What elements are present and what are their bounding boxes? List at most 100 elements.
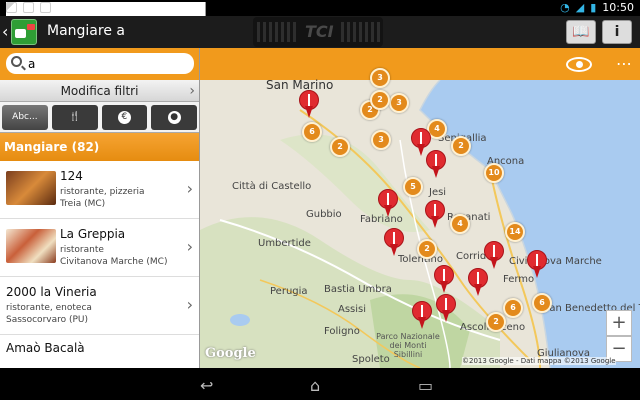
map-label: Città di Castello xyxy=(232,181,312,192)
filter-fork-button[interactable]: 🍴 xyxy=(51,105,98,130)
map-cluster[interactable]: 5 xyxy=(403,177,423,197)
action-bar: ‹ Mangiare a TCI 📖 i xyxy=(0,16,640,48)
map-label: Jesi xyxy=(429,187,447,198)
map-cluster[interactable]: 3 xyxy=(370,68,390,88)
decorative-stripes xyxy=(257,22,297,42)
restaurant-photo xyxy=(6,171,56,205)
location-icon: ● xyxy=(167,111,181,124)
map-toolbar: ⋯ xyxy=(200,48,640,80)
restaurant-place: Sassocorvaro (PU) xyxy=(6,315,89,325)
map-attribution: ©2013 Google - Dati mappa ©2013 Google xyxy=(462,357,616,365)
download-notification-icon xyxy=(40,2,51,13)
map-cluster[interactable]: 10 xyxy=(484,163,504,183)
restaurant-pin[interactable] xyxy=(425,200,445,228)
overflow-menu-icon[interactable]: ⋯ xyxy=(616,54,632,73)
map-label: Bastia Umbra xyxy=(324,284,392,295)
map-label: Umbertide xyxy=(258,238,311,249)
list-item[interactable]: La Greppia ristorante Civitanova Marche … xyxy=(0,219,199,277)
chevron-right-icon: › xyxy=(186,295,193,314)
page-title: Mangiare a xyxy=(47,23,125,39)
app-screen: ◔ ◢ ▮ 10:50 ‹ Mangiare a TCI 📖 i Modific… xyxy=(0,0,640,400)
map-cluster[interactable]: 4 xyxy=(450,214,470,234)
restaurant-name: 2000 la Vineria xyxy=(6,285,97,299)
map-cluster[interactable]: 14 xyxy=(505,222,525,242)
map-cluster[interactable]: 2 xyxy=(370,90,390,110)
map-cluster[interactable]: 3 xyxy=(371,130,391,150)
restaurant-pin[interactable] xyxy=(299,90,319,118)
map-label: Foligno xyxy=(324,326,360,337)
restaurant-pin[interactable] xyxy=(378,189,398,217)
map-label: Civitanova Marche xyxy=(509,256,602,267)
euro-icon: € xyxy=(117,111,131,124)
app-logo-icon[interactable] xyxy=(11,19,37,45)
nav-home-icon[interactable]: ⌂ xyxy=(310,376,320,395)
restaurant-pin[interactable] xyxy=(434,265,454,293)
search-icon xyxy=(11,56,22,67)
modify-filters-label: Modifica filtri xyxy=(60,84,139,98)
decorative-stripes xyxy=(341,22,381,42)
search-bar xyxy=(0,48,199,80)
signal-icon: ◢ xyxy=(575,1,585,14)
map-cluster[interactable]: 2 xyxy=(330,137,350,157)
restaurant-name: Amaò Bacalà xyxy=(6,341,85,355)
map-cluster[interactable]: 6 xyxy=(532,293,552,313)
map-cluster[interactable]: 2 xyxy=(486,312,506,332)
restaurant-pin[interactable] xyxy=(426,150,446,178)
nav-recent-apps-icon[interactable]: ▭ xyxy=(418,376,433,395)
park-label: Parco Nazionale dei Monti Sibillini xyxy=(376,332,440,359)
restaurant-name: 124 xyxy=(60,169,83,183)
status-bar: ◔ ◢ ▮ 10:50 xyxy=(0,0,640,322)
map-cluster[interactable]: 2 xyxy=(451,136,471,156)
map-cluster[interactable]: 2 xyxy=(417,239,437,259)
map-cluster[interactable]: 6 xyxy=(503,298,523,318)
gallery-notification-icon xyxy=(6,2,17,13)
section-header: Mangiare (82) xyxy=(0,133,199,161)
guide-button[interactable]: 📖 xyxy=(566,20,596,44)
filter-price-button[interactable]: € xyxy=(101,105,148,130)
search-input[interactable] xyxy=(28,55,178,72)
map-label: Gubbio xyxy=(306,209,342,220)
nav-back-icon[interactable]: ↩ xyxy=(200,376,213,395)
restaurant-type: ristorante, enoteca xyxy=(6,303,92,313)
map-view[interactable]: ⋯ San Marino Città di Castello Gubbio Um… xyxy=(200,48,640,368)
results-panel: Modifica filtri › Abc... 🍴 € ● Mangiare … xyxy=(0,48,200,368)
restaurant-place: Civitanova Marche (MC) xyxy=(60,257,168,267)
filter-location-button[interactable]: ● xyxy=(151,105,197,130)
restaurant-pin[interactable] xyxy=(384,228,404,256)
battery-icon: ▮ xyxy=(590,1,597,14)
map-label: Perugia xyxy=(270,286,308,297)
list-item[interactable]: Amaò Bacalà xyxy=(0,335,199,355)
tci-logo-text: TCI xyxy=(305,22,334,41)
search-box[interactable] xyxy=(6,53,194,74)
restaurant-type: ristorante xyxy=(60,245,104,255)
map-cluster[interactable]: 6 xyxy=(302,122,322,142)
restaurant-pin[interactable] xyxy=(468,268,488,296)
clock: 10:50 xyxy=(602,1,634,14)
restaurant-pin[interactable] xyxy=(484,241,504,269)
map-cluster[interactable]: 3 xyxy=(389,93,409,113)
eye-icon[interactable] xyxy=(566,57,592,72)
modify-filters-button[interactable]: Modifica filtri › xyxy=(0,80,199,102)
info-button[interactable]: i xyxy=(602,20,632,44)
chevron-right-icon: › xyxy=(186,237,193,256)
restaurant-place: Treia (MC) xyxy=(60,199,106,209)
filter-alphabetical-button[interactable]: Abc... xyxy=(2,105,48,130)
fork-icon: 🍴 xyxy=(69,112,81,122)
sd-card-icon xyxy=(23,2,34,13)
chevron-right-icon: › xyxy=(189,83,195,99)
system-nav-bar: ↩ ⌂ ▭ xyxy=(0,368,640,400)
restaurant-pin[interactable] xyxy=(527,250,547,278)
chevron-right-icon: › xyxy=(186,179,193,198)
list-item[interactable]: 124 ristorante, pizzeria Treia (MC) › xyxy=(0,161,199,219)
restaurant-pin[interactable] xyxy=(412,301,432,329)
restaurant-pin[interactable] xyxy=(436,294,456,322)
tci-brand-logo: TCI xyxy=(253,17,383,47)
zoom-in-button[interactable]: + xyxy=(606,310,632,336)
results-list: 124 ristorante, pizzeria Treia (MC) › La… xyxy=(0,161,199,355)
restaurant-type: ristorante, pizzeria xyxy=(60,187,145,197)
restaurant-photo xyxy=(6,229,56,263)
map-label: Assisi xyxy=(338,304,367,315)
restaurant-name: La Greppia xyxy=(60,227,126,241)
filter-tabs: Abc... 🍴 € ● xyxy=(0,102,199,133)
list-item[interactable]: 2000 la Vineria ristorante, enoteca Sass… xyxy=(0,277,199,335)
